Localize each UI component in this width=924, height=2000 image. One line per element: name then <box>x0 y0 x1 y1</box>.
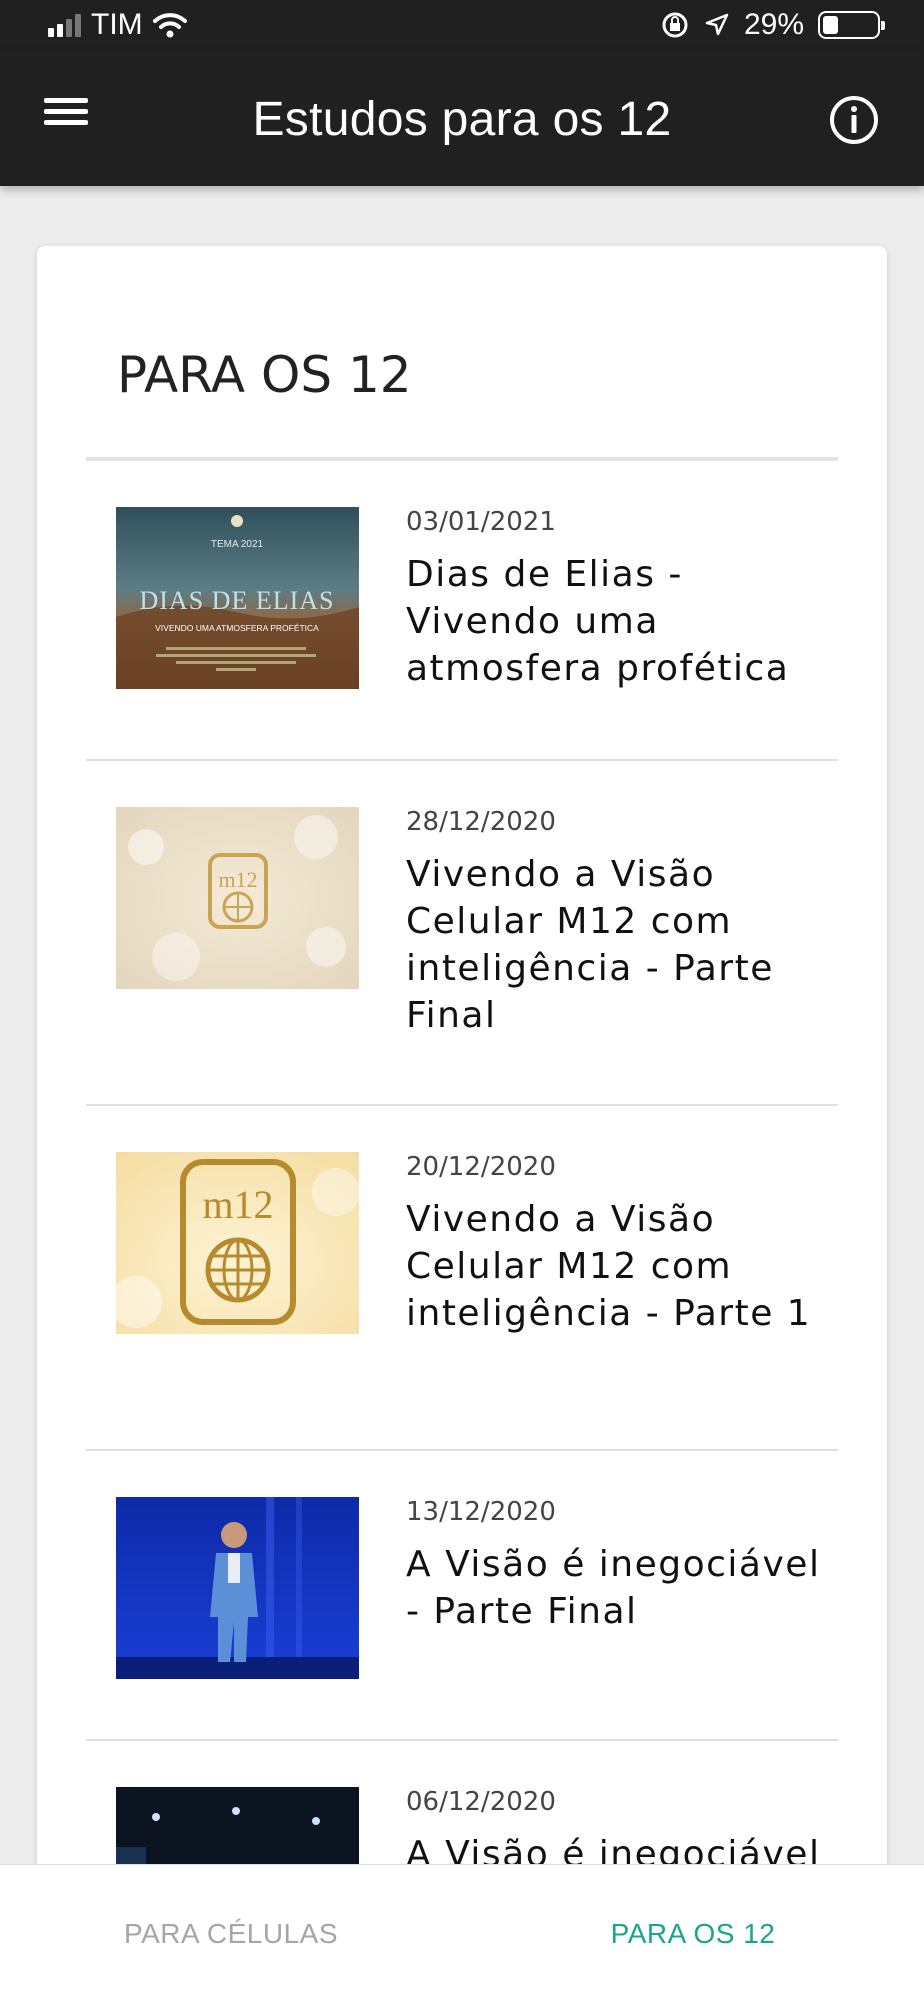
study-title: A Visão é inegociável - Parte Final <box>406 1544 821 1632</box>
study-date: 20/12/2020 <box>406 1152 556 1182</box>
thumb-logo-text: m12 <box>218 867 257 892</box>
status-bar: TIM 29% <box>0 0 924 50</box>
signal-strength-icon <box>48 13 81 37</box>
study-date: 28/12/2020 <box>406 807 556 837</box>
battery-fill <box>823 16 838 34</box>
study-thumbnail-dias-de-elias: TEMA 2021 DIAS DE ELIAS VIVENDO UMA ATMO… <box>116 507 359 689</box>
bottom-navigation: PARA CÉLULAS PARA OS 12 <box>0 1864 924 2000</box>
status-left: TIM <box>48 8 187 42</box>
orientation-lock-icon <box>662 12 688 38</box>
section-title: PARA OS 12 <box>117 346 412 404</box>
carrier-label: TIM <box>91 8 143 41</box>
location-arrow-icon <box>705 13 729 36</box>
study-title: Dias de Elias - Vivendo uma atmosfera pr… <box>406 554 790 689</box>
study-item[interactable]: TEMA 2021 DIAS DE ELIAS VIVENDO UMA ATMO… <box>86 461 838 761</box>
study-thumbnail-speaker <box>116 1497 359 1679</box>
tab-para-celulas[interactable]: PARA CÉLULAS <box>0 1865 462 2000</box>
study-date: 03/01/2021 <box>406 507 556 537</box>
thumb-subhead-text: VIVENDO UMA ATMOSFERA PROFÉTICA <box>155 623 319 633</box>
study-thumbnail-m12-part1: m12 <box>116 1152 359 1334</box>
battery-icon <box>818 11 885 39</box>
wifi-icon <box>152 13 187 38</box>
tab-para-os-12[interactable]: PARA OS 12 <box>462 1865 924 2000</box>
info-circle-icon[interactable] <box>828 94 880 146</box>
thumb-headline-text: DIAS DE ELIAS <box>140 586 335 615</box>
study-date: 13/12/2020 <box>406 1497 556 1527</box>
battery-percentage: 29% <box>743 8 804 41</box>
study-item[interactable]: 13/12/2020 A Visão é inegociável - Parte… <box>86 1451 838 1741</box>
app-bar: Estudos para os 12 <box>0 50 924 186</box>
status-right: 29% <box>660 8 885 42</box>
study-title: Vivendo a Visão Celular M12 com inteligê… <box>406 854 774 1036</box>
thumb-logo-text: m12 <box>202 1182 273 1227</box>
study-item[interactable]: m12 28/12/2020 Vivendo a Visão Celular M… <box>86 761 838 1106</box>
study-item[interactable]: m12 20/12/2020 Vivendo a Visão Celular M… <box>86 1106 838 1451</box>
studies-card: PARA OS 12 TEMA 2021 DIAS DE ELIAS VIVEN… <box>37 246 887 1946</box>
thumb-tema-text: TEMA 2021 <box>211 539 264 550</box>
study-title: Vivendo a Visão Celular M12 com inteligê… <box>406 1199 812 1334</box>
study-date: 06/12/2020 <box>406 1787 556 1817</box>
study-thumbnail-m12-final: m12 <box>116 807 359 989</box>
page-title: Estudos para os 12 <box>252 93 672 146</box>
